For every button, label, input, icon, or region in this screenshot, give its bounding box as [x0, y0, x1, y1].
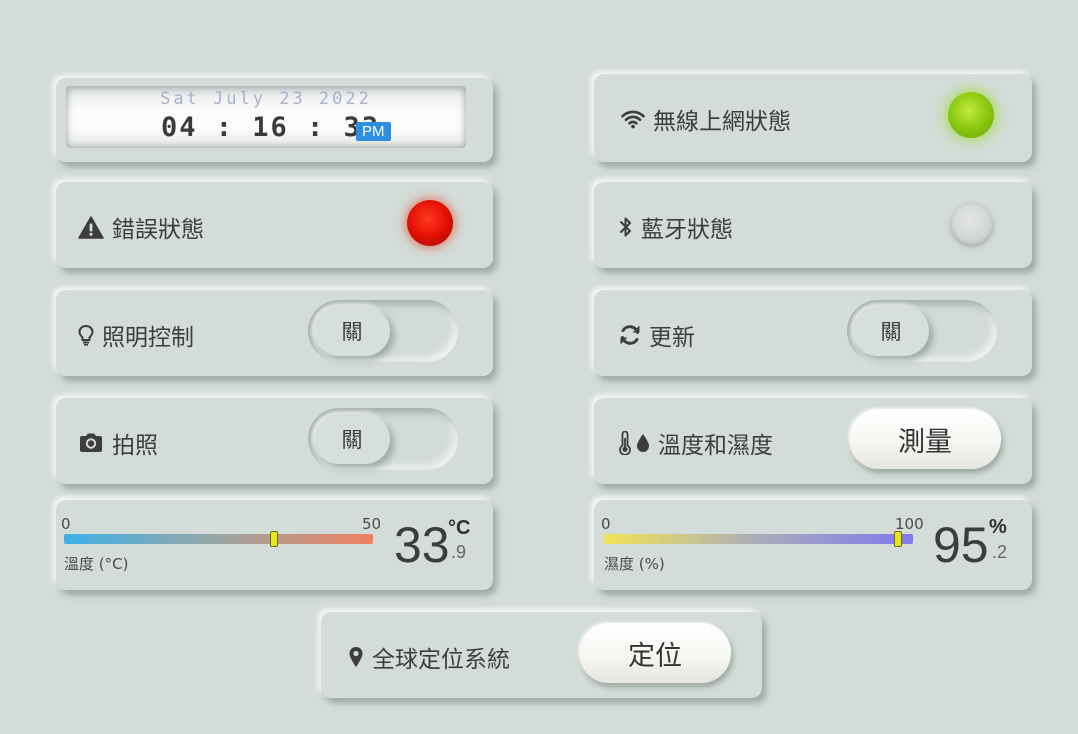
map-pin-icon [348, 646, 364, 668]
error-status-label: 錯誤狀態 [112, 217, 204, 243]
temperature-gauge-handle [269, 531, 278, 547]
camera-label: 拍照 [112, 433, 158, 459]
clock-card: Sat July 23 2022 04 : 16 : 33 PM [56, 78, 493, 162]
error-status-card: 錯誤狀態 [56, 182, 493, 268]
lighting-control-card: 照明控制 關 [56, 290, 493, 376]
camera-toggle-knob[interactable]: 關 [314, 414, 390, 464]
locate-button[interactable]: 定位 [579, 623, 731, 683]
camera-icon [78, 432, 104, 454]
humidity-gauge-track [604, 534, 913, 544]
temperature-gauge-card: 0 50 溫度 (°C) 33 °C .9 [56, 500, 493, 590]
clock-date: Sat July 23 2022 [160, 89, 372, 109]
wifi-icon [621, 109, 645, 129]
temp-humidity-label-wrap: 溫度和濕度 [618, 426, 773, 460]
refresh-label: 更新 [649, 325, 695, 351]
wifi-status-label: 無線上網狀態 [653, 109, 791, 135]
temperature-gauge-caption: 溫度 (°C) [64, 555, 129, 573]
clock-ampm-badge: PM [356, 122, 391, 141]
bluetooth-icon [619, 216, 633, 238]
temperature-gauge-track [64, 534, 373, 544]
humidity-min-label: 0 [601, 515, 611, 533]
humidity-decimal: .2 [992, 542, 1008, 562]
gps-card: 全球定位系統 定位 [321, 612, 762, 698]
error-status-led [407, 200, 453, 246]
refresh-card: 更新 關 [594, 290, 1032, 376]
camera-toggle[interactable]: 關 [308, 408, 458, 470]
lighting-control-label-wrap: 照明控制 [78, 318, 194, 352]
clock-time: 04 : 16 : 33 [161, 112, 381, 143]
refresh-toggle-knob[interactable]: 關 [853, 306, 929, 356]
lighting-control-label: 照明控制 [102, 325, 194, 351]
refresh-toggle[interactable]: 關 [847, 300, 997, 362]
clock-display: Sat July 23 2022 04 : 16 : 33 PM [66, 86, 466, 148]
gps-label: 全球定位系統 [372, 647, 510, 673]
warning-icon [78, 215, 104, 239]
bluetooth-status-led [951, 203, 993, 245]
humidity-value: 95 [933, 517, 989, 573]
temperature-max-label: 50 [362, 515, 382, 533]
refresh-icon [619, 324, 641, 346]
error-status-label-wrap: 錯誤狀態 [78, 210, 204, 244]
humidity-gauge-handle [894, 531, 903, 547]
droplet-icon [636, 433, 650, 453]
gps-label-wrap: 全球定位系統 [348, 640, 510, 674]
bluetooth-status-label-wrap: 藍牙狀態 [619, 210, 733, 244]
wifi-status-led [948, 92, 994, 138]
lighting-toggle-knob[interactable]: 關 [314, 306, 390, 356]
temp-humidity-label: 溫度和濕度 [658, 433, 773, 459]
temp-humidity-card: 溫度和濕度 測量 [594, 398, 1032, 484]
temperature-unit: °C [448, 517, 471, 539]
refresh-label-wrap: 更新 [619, 318, 695, 352]
thermometer-icon [618, 431, 632, 455]
bluetooth-status-card: 藍牙狀態 [594, 182, 1032, 268]
bluetooth-status-label: 藍牙狀態 [641, 217, 733, 243]
measure-button[interactable]: 測量 [849, 409, 1001, 469]
temperature-decimal: .9 [451, 542, 467, 562]
temperature-value: 33 [394, 517, 450, 573]
lighting-toggle[interactable]: 關 [308, 300, 458, 362]
camera-label-wrap: 拍照 [78, 426, 158, 460]
temperature-min-label: 0 [61, 515, 71, 533]
camera-card: 拍照 關 [56, 398, 493, 484]
wifi-status-label-wrap: 無線上網狀態 [621, 102, 791, 136]
humidity-unit: % [989, 516, 1007, 538]
wifi-status-card: 無線上網狀態 [594, 74, 1032, 162]
humidity-gauge-card: 0 100 濕度 (%) 95 % .2 [594, 500, 1032, 590]
lightbulb-icon [78, 324, 94, 346]
humidity-gauge-caption: 濕度 (%) [604, 555, 665, 573]
